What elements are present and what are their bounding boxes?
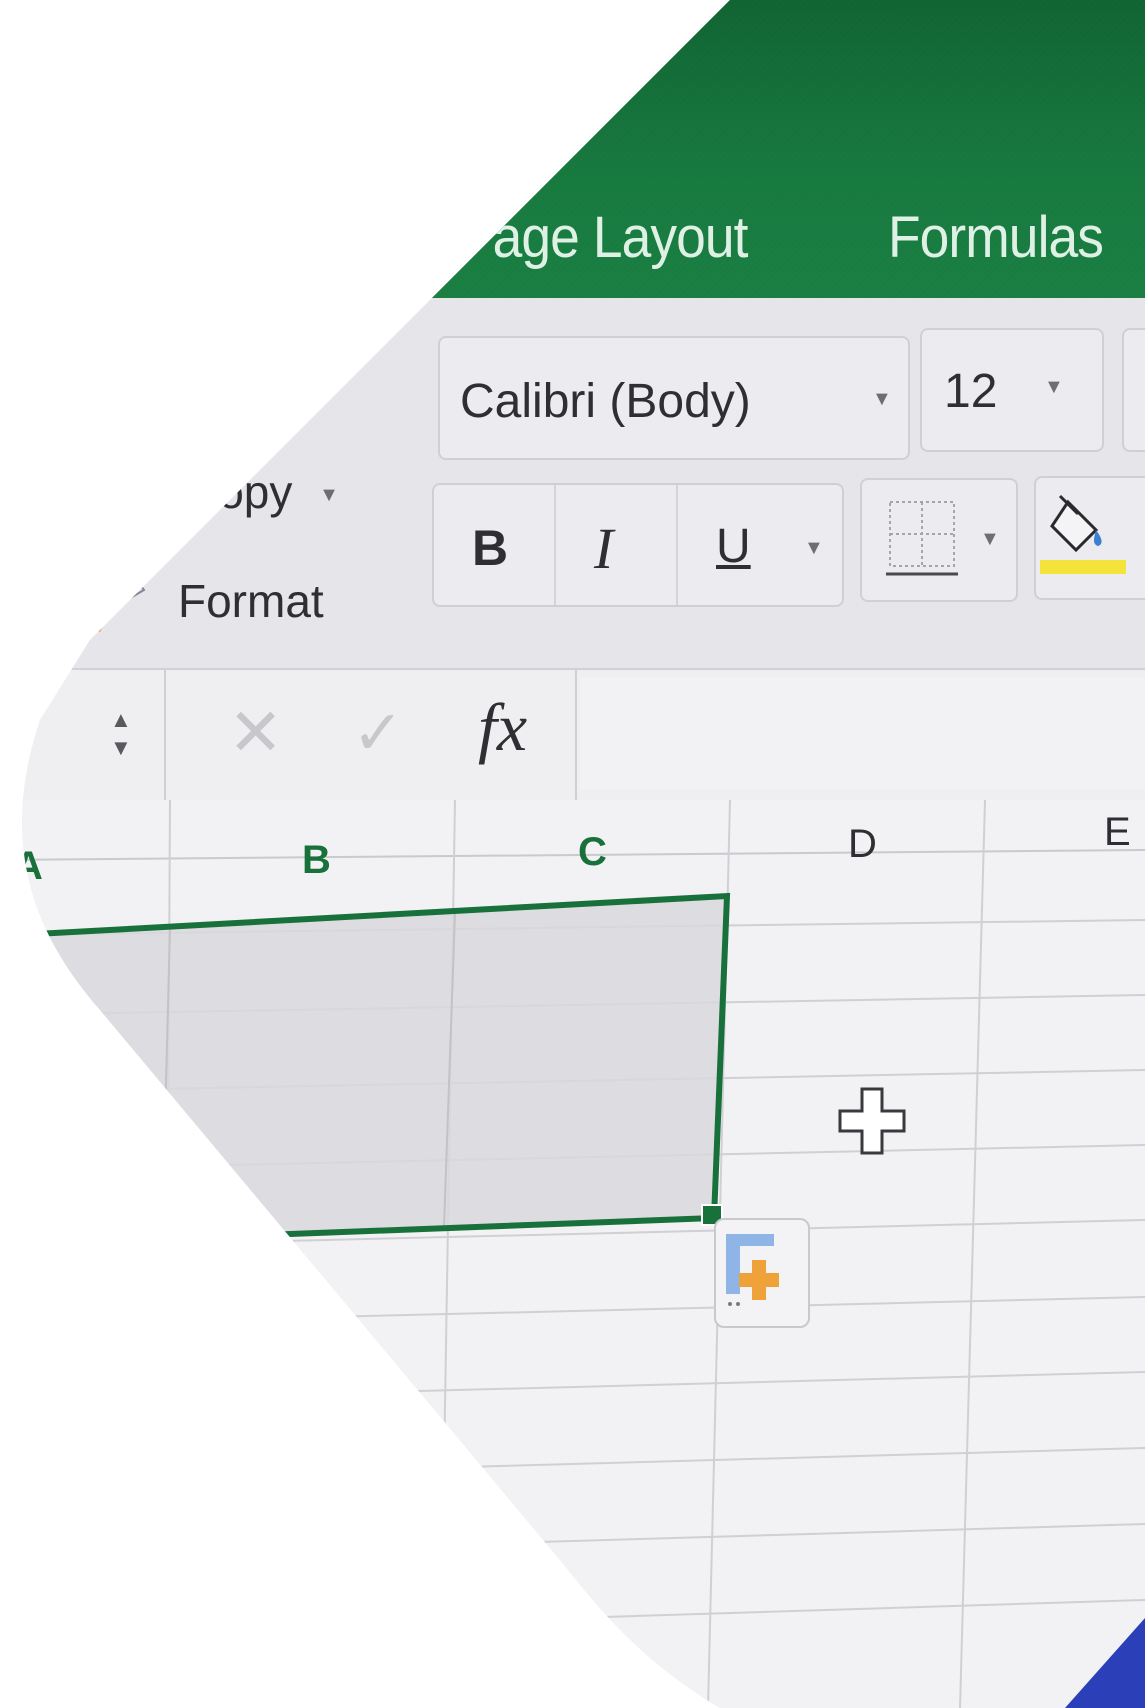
fill-color-button[interactable] <box>1034 476 1145 600</box>
quick-analysis-button[interactable] <box>714 1218 810 1328</box>
excel-screenshot: Page Layout Formulas Copy ▼ Format Calib… <box>0 0 1145 1708</box>
format-label: Format <box>178 575 324 627</box>
underline-dropdown-icon[interactable]: ▼ <box>804 537 824 560</box>
copy-dropdown-icon[interactable]: ▼ <box>319 484 339 506</box>
italic-button[interactable]: I <box>594 515 613 582</box>
underline-button[interactable]: U <box>716 519 751 574</box>
borders-dropdown-icon[interactable]: ▼ <box>980 528 1000 551</box>
copy-label: Copy <box>185 466 293 518</box>
insert-function-button[interactable]: fx <box>478 688 527 767</box>
font-family-dropdown-icon: ▼ <box>872 388 892 410</box>
tab-formulas[interactable]: Formulas <box>888 204 1103 271</box>
worksheet-grid: A B C D E <box>0 800 1145 1708</box>
font-size-select[interactable]: 12 ▼ <box>920 328 1104 452</box>
name-box-stepper[interactable]: ▲ ▼ <box>110 706 132 762</box>
selected-range[interactable] <box>0 800 1145 1708</box>
enter-icon[interactable]: ✓ <box>352 696 404 769</box>
font-family-select[interactable]: Calibri (Body) ▼ <box>438 336 910 460</box>
cancel-icon[interactable]: ✕ <box>228 694 283 771</box>
tab-page-layout[interactable]: Page Layout <box>458 204 748 271</box>
stepper-up-icon[interactable]: ▲ <box>110 706 132 734</box>
borders-button[interactable]: ▼ <box>860 478 1018 602</box>
bold-button[interactable]: B <box>472 519 508 577</box>
cursor-cross-icon <box>838 1085 908 1165</box>
corner-accent <box>1065 1618 1145 1708</box>
home-toolbar: Copy ▼ Format Calibri (Body) ▼ 12 ▼ B I … <box>0 298 1145 668</box>
copy-button[interactable]: Copy ▼ <box>185 465 339 519</box>
font-size-dropdown-icon[interactable]: ▼ <box>1044 376 1064 399</box>
formula-input[interactable] <box>580 678 1145 790</box>
format-painter-icon <box>80 566 160 646</box>
stepper-down-icon[interactable]: ▼ <box>110 734 132 762</box>
font-family-value: Calibri (Body) <box>460 375 751 428</box>
formula-bar: ▲ ▼ ✕ ✓ fx <box>0 668 1145 802</box>
app-window: Page Layout Formulas Copy ▼ Format Calib… <box>0 0 1145 1708</box>
borders-icon <box>882 494 962 584</box>
font-size-value: 12 <box>944 365 998 418</box>
ribbon-tab-bar: Page Layout Formulas <box>0 0 1145 298</box>
quick-analysis-icon <box>722 1228 802 1318</box>
text-style-group: B I U ▼ <box>432 483 844 607</box>
increase-font-size-button[interactable] <box>1122 328 1145 452</box>
fill-color-icon <box>1038 486 1128 576</box>
